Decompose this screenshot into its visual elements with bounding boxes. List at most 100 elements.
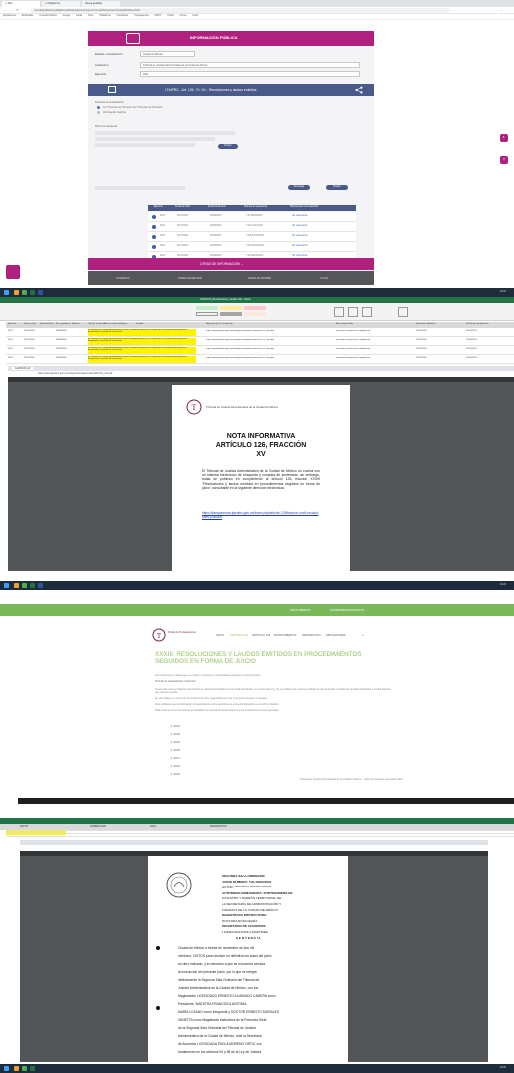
word-icon[interactable] bbox=[38, 583, 43, 588]
style-neutral[interactable] bbox=[220, 306, 242, 310]
cell-year[interactable]: 2021 bbox=[8, 357, 13, 359]
cell-link[interactable]: Ver documento bbox=[292, 255, 307, 257]
style-bad[interactable] bbox=[244, 306, 266, 310]
pdf-link[interactable]: https://transparencia.tjacdmx.gob.mx/ind… bbox=[202, 511, 320, 519]
folder-icon[interactable] bbox=[14, 1066, 19, 1071]
cell-description[interactable]: El Tribunal de Justicia Administrativa d… bbox=[88, 329, 196, 336]
expand-icon[interactable] bbox=[152, 215, 156, 219]
share-icon[interactable] bbox=[355, 86, 363, 94]
style-check[interactable] bbox=[220, 312, 242, 316]
year-link[interactable]: ⬇2017 bbox=[170, 756, 180, 760]
expand-icon[interactable] bbox=[152, 245, 156, 249]
address-bar[interactable]: consultapublicamx.plataformadetransparen… bbox=[30, 8, 450, 13]
footer-link[interactable]: SOBRE SECRETARÍA bbox=[178, 277, 202, 280]
bookmark-item[interactable]: SIPOT bbox=[155, 15, 162, 17]
cell-description[interactable]: El Tribunal de Justicia Administrativa d… bbox=[88, 347, 196, 354]
style-normal[interactable] bbox=[196, 312, 218, 316]
folder-icon[interactable] bbox=[14, 290, 19, 295]
format-icon[interactable] bbox=[362, 307, 372, 317]
cell-area[interactable]: Secretaría General de Compilación bbox=[336, 348, 412, 350]
cell-date[interactable]: 15/10/2021 bbox=[466, 339, 477, 341]
chrome-icon[interactable] bbox=[22, 583, 27, 588]
year-link[interactable]: ⬇2018 bbox=[170, 748, 180, 752]
bookmark-item[interactable]: Contraloría bbox=[117, 15, 128, 17]
bookmark-item[interactable]: Correo bbox=[179, 15, 186, 17]
nav-datos[interactable]: DATOS ABIERTOS bbox=[274, 634, 296, 637]
tribunal-logo-icon[interactable]: T bbox=[152, 628, 166, 642]
cell-description[interactable]: El Tribunal de Justicia Administrativa d… bbox=[88, 356, 196, 363]
folder-icon[interactable] bbox=[14, 583, 19, 588]
excel-icon[interactable] bbox=[30, 1066, 35, 1071]
cell-end[interactable]: 30/09/2021 bbox=[56, 348, 67, 350]
cell-area[interactable]: Secretaría General de Compilación bbox=[336, 339, 412, 341]
bookmark-item[interactable]: Portal bbox=[167, 15, 173, 17]
expand-icon[interactable] bbox=[152, 235, 156, 239]
cell-year[interactable]: 2021 bbox=[8, 330, 13, 332]
chat-icon[interactable] bbox=[6, 265, 20, 279]
footer-link[interactable]: ÁREAS DE INTERÉS bbox=[248, 277, 271, 280]
cell-year[interactable]: 2021 bbox=[8, 348, 13, 350]
address-bar[interactable]: https://www.tjacdmx.gob.mx/images/transp… bbox=[38, 372, 112, 375]
year-link[interactable]: ⬇2016 bbox=[170, 764, 180, 768]
nav-inicio[interactable]: INICIO bbox=[216, 634, 224, 637]
style-note[interactable] bbox=[244, 312, 266, 316]
open-data-link[interactable]: DATOS ABIERTOS bbox=[290, 609, 311, 612]
cell-url[interactable]: https://www.tjacdmx.gob.mx/images/transp… bbox=[206, 330, 332, 332]
cell-link[interactable]: Ver documento bbox=[292, 215, 307, 217]
year-select[interactable]: 2021 bbox=[140, 71, 360, 77]
cell-year[interactable]: 2021 bbox=[8, 339, 13, 341]
institution-select[interactable]: Tribunal de Justicia Administrativa de l… bbox=[140, 62, 360, 68]
search-button[interactable]: Buscar bbox=[218, 144, 238, 149]
nav-art121[interactable]: ARTÍCULO 121 bbox=[230, 634, 248, 637]
cell-date[interactable]: 15/10/2021 bbox=[416, 357, 427, 359]
cell-link[interactable]: Ver documento bbox=[292, 235, 307, 237]
bookmark-item[interactable]: Bookmarks bbox=[22, 15, 34, 17]
nav-obligaciones[interactable]: OBLIGACIONES bbox=[326, 634, 346, 637]
state-select[interactable]: Ciudad de México bbox=[140, 51, 195, 57]
export-button[interactable]: Descargar bbox=[288, 185, 310, 190]
cell-start[interactable]: 01/07/2021 bbox=[24, 330, 35, 332]
cell-link[interactable]: Ver documento bbox=[292, 225, 307, 227]
cell-url[interactable]: https://www.tjacdmx.gob.mx/images/transp… bbox=[206, 357, 332, 359]
nav-art126[interactable]: ARTÍCULO 126 bbox=[252, 634, 270, 637]
pdf-tab[interactable]: A126Fr15.pdf bbox=[12, 367, 34, 370]
chrome-icon[interactable] bbox=[22, 1066, 27, 1071]
cell-date[interactable]: 15/10/2021 bbox=[466, 348, 477, 350]
cell-description[interactable]: El Tribunal de Justicia Administrativa d… bbox=[88, 338, 196, 345]
year-link[interactable]: ⬇2019 bbox=[170, 740, 180, 744]
cell-date[interactable]: 15/10/2021 bbox=[466, 330, 477, 332]
menu-icon[interactable]: ⋮ bbox=[500, 8, 503, 12]
windows-start-icon[interactable] bbox=[4, 583, 9, 588]
cell-end[interactable]: 30/09/2021 bbox=[56, 330, 67, 332]
windows-start-icon[interactable] bbox=[4, 290, 9, 295]
cell-area[interactable]: Secretaría General de Compilación bbox=[336, 357, 412, 359]
bookmark-item[interactable]: Otros bbox=[193, 15, 199, 17]
reload-icon[interactable]: ↻ bbox=[16, 8, 19, 12]
back-icon[interactable]: ← bbox=[4, 8, 7, 12]
find-icon[interactable] bbox=[398, 307, 408, 317]
footer-link[interactable]: AYUDA bbox=[320, 277, 328, 280]
search-icon[interactable]: ⌕ bbox=[362, 633, 364, 637]
bookmark-item[interactable]: Gmail bbox=[76, 15, 82, 17]
bookmark-item[interactable]: Aplicaciones bbox=[3, 15, 16, 17]
proactive-link[interactable]: TRANSPARENCIA PROACTIVA bbox=[330, 609, 364, 612]
cell-end[interactable]: 30/09/2021 bbox=[56, 339, 67, 341]
windows-start-icon[interactable] bbox=[4, 1066, 9, 1071]
forward-icon[interactable]: → bbox=[10, 8, 13, 12]
radio-button[interactable] bbox=[97, 106, 100, 109]
cell-url[interactable]: https://www.tjacdmx.gob.mx/images/transp… bbox=[206, 339, 332, 341]
cell-date[interactable]: 15/10/2021 bbox=[416, 348, 427, 350]
cell-area[interactable]: Secretaría General de Compilación bbox=[336, 330, 412, 332]
bookmark-item[interactable]: Plataforma bbox=[99, 15, 110, 17]
year-link[interactable]: ⬇2020 bbox=[170, 732, 180, 736]
cell-date[interactable]: 15/10/2021 bbox=[466, 357, 477, 359]
cell-end[interactable]: 30/09/2021 bbox=[56, 357, 67, 359]
word-icon[interactable] bbox=[38, 290, 43, 295]
bookmark-item[interactable]: Drive bbox=[88, 15, 93, 17]
cell-date[interactable]: 15/10/2021 bbox=[416, 330, 427, 332]
accessibility-icon[interactable]: ◐ bbox=[500, 134, 508, 142]
cell-start[interactable]: 01/07/2021 bbox=[24, 348, 35, 350]
cell-start[interactable]: 01/07/2021 bbox=[24, 339, 35, 341]
zoom-icon[interactable]: ⌕ bbox=[500, 156, 508, 164]
style-good[interactable] bbox=[196, 306, 218, 310]
